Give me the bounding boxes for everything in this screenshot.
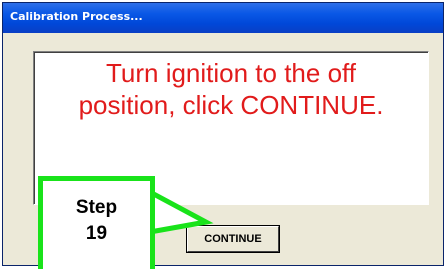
step-number: 19 bbox=[85, 223, 108, 244]
callout-arrow bbox=[147, 187, 214, 235]
step-word: Step bbox=[75, 197, 118, 218]
step-callout: Step 19 bbox=[38, 176, 155, 269]
step-label: Step 19 bbox=[43, 195, 150, 247]
